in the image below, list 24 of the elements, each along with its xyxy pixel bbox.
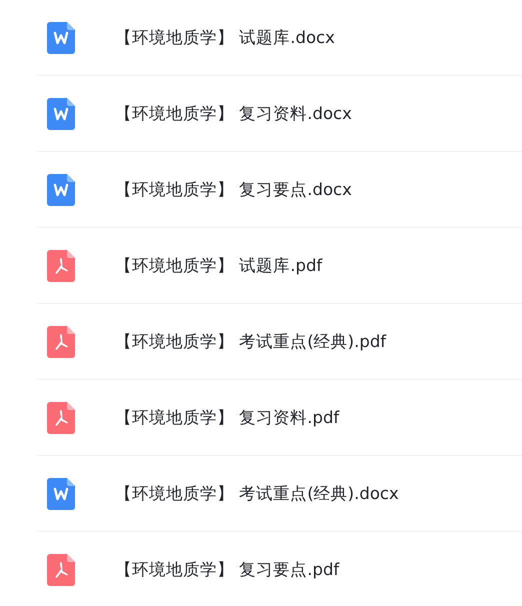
file-name: 【环境地质学】 试题库.docx <box>115 26 335 48</box>
file-row[interactable]: 【环境地质学】 考试重点(经典).docx <box>37 456 522 532</box>
file-name: 【环境地质学】 复习资料.pdf <box>115 406 340 428</box>
file-row[interactable]: 【环境地质学】 复习资料.docx <box>37 76 522 152</box>
file-row[interactable]: 【环境地质学】 试题库.pdf <box>37 228 522 304</box>
document-icon <box>47 478 75 510</box>
file-name: 【环境地质学】 考试重点(经典).pdf <box>115 330 386 352</box>
document-icon <box>47 22 75 54</box>
document-icon <box>47 174 75 206</box>
file-name: 【环境地质学】 复习要点.docx <box>115 178 352 200</box>
file-name: 【环境地质学】 复习资料.docx <box>115 102 352 124</box>
file-name: 【环境地质学】 考试重点(经典).docx <box>115 482 399 504</box>
pdf-icon <box>47 250 75 282</box>
file-row[interactable]: 【环境地质学】 复习要点.docx <box>37 152 522 228</box>
pdf-icon <box>47 326 75 358</box>
file-row[interactable]: 【环境地质学】 复习资料.pdf <box>37 380 522 456</box>
file-row[interactable]: 【环境地质学】 考试重点(经典).pdf <box>37 304 522 380</box>
pdf-icon <box>47 554 75 586</box>
pdf-icon <box>47 402 75 434</box>
document-icon <box>47 98 75 130</box>
file-name: 【环境地质学】 复习要点.pdf <box>115 558 340 580</box>
file-row[interactable]: 【环境地质学】 复习要点.pdf <box>37 532 522 606</box>
file-name: 【环境地质学】 试题库.pdf <box>115 254 322 276</box>
file-row[interactable]: 【环境地质学】 试题库.docx <box>37 0 522 76</box>
